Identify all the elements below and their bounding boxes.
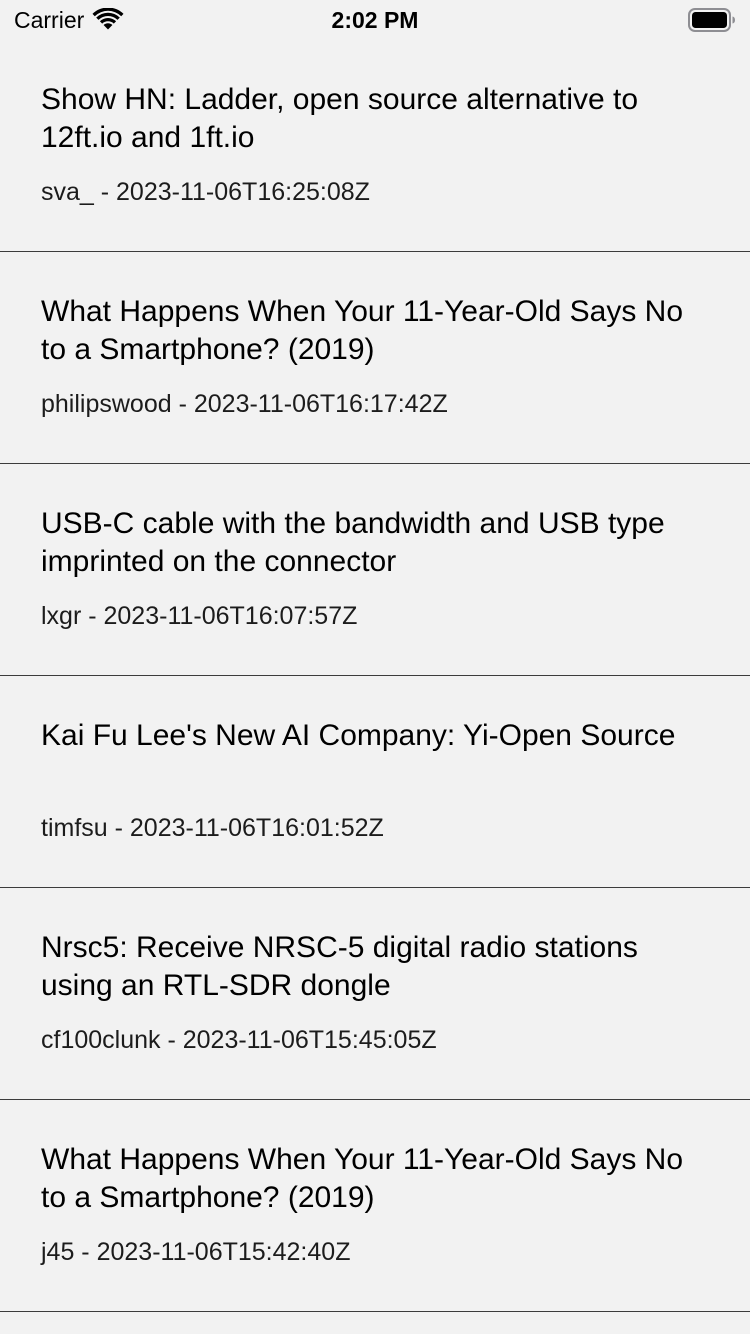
story-title: USB-C cable with the bandwidth and USB t… <box>41 507 665 578</box>
story-meta: lxgr - 2023-11-06T16:07:57Z <box>41 602 358 630</box>
story-row[interactable]: What Happens When Your 11-Year-Old Says … <box>0 1100 750 1312</box>
status-bar: Carrier 2:02 PM <box>0 0 750 40</box>
story-row[interactable]: Show HN: Ladder, open source alternative… <box>0 40 750 252</box>
status-time: 2:02 PM <box>331 7 419 33</box>
story-meta: j45 - 2023-11-06T15:42:40Z <box>41 1238 351 1266</box>
story-title: What Happens When Your 11-Year-Old Says … <box>41 1143 684 1214</box>
story-title: What Happens When Your 11-Year-Old Says … <box>41 295 684 366</box>
story-meta: timfsu - 2023-11-06T16:01:52Z <box>41 814 384 842</box>
story-title: Show HN: Ladder, open source alternative… <box>41 83 639 154</box>
story-row[interactable]: What Happens When Your 11-Year-Old Says … <box>0 252 750 464</box>
story-row[interactable]: Kai Fu Lee's New AI Company: Yi-Open Sou… <box>0 676 750 888</box>
story-meta: cf100clunk - 2023-11-06T15:45:05Z <box>41 1026 437 1054</box>
story-row[interactable]: Nrsc5: Receive NRSC-5 digital radio stat… <box>0 888 750 1100</box>
story-meta: philipswood - 2023-11-06T16:17:42Z <box>41 390 448 418</box>
story-meta: sva_ - 2023-11-06T16:25:08Z <box>41 178 370 206</box>
story-title: Nrsc5: Receive NRSC-5 digital radio stat… <box>41 931 638 1002</box>
battery-full-icon <box>688 8 735 32</box>
story-row[interactable]: USB-C cable with the bandwidth and USB t… <box>0 464 750 676</box>
story-list: Show HN: Ladder, open source alternative… <box>0 40 750 1312</box>
story-title: Kai Fu Lee's New AI Company: Yi-Open Sou… <box>41 719 676 752</box>
